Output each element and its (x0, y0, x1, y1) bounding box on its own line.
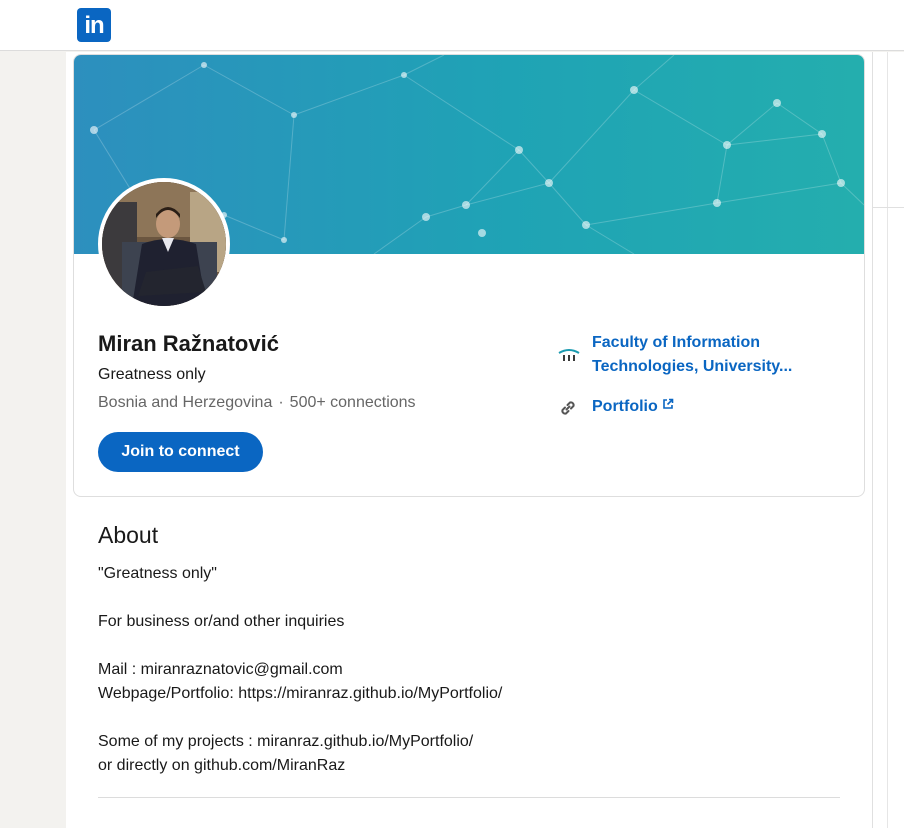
rail-divider-horizontal (873, 207, 904, 208)
profile-meta: Bosnia and Herzegovina · 500+ connections (98, 394, 416, 412)
linkedin-logo[interactable]: in (77, 8, 111, 42)
about-title: About (98, 522, 159, 548)
about-body: "Greatness only" For business or/and oth… (98, 565, 503, 774)
avatar-photo (102, 182, 226, 306)
meta-separator: · (278, 394, 284, 411)
school-logo-icon (558, 349, 580, 361)
education-link[interactable]: Faculty of Information Technologies, Uni… (558, 331, 838, 381)
about-section: About "Greatness only" For business or/a… (98, 518, 840, 778)
education-label: Faculty of Information Technologies, Uni… (592, 334, 793, 375)
portfolio-link[interactable]: Portfolio (558, 395, 838, 419)
profile-connections: 500+ connections (289, 394, 416, 411)
profile-location: Bosnia and Herzegovina (98, 394, 273, 411)
portfolio-label-wrap: Portfolio (592, 395, 674, 419)
join-to-connect-button[interactable]: Join to connect (98, 432, 263, 472)
avatar[interactable] (98, 178, 230, 310)
link-icon (561, 401, 575, 415)
profile-headline: Greatness only (98, 366, 206, 383)
profile-name: Miran Ražnatović (98, 331, 279, 356)
top-nav: in (0, 0, 904, 51)
portfolio-label: Portfolio (592, 398, 658, 415)
rail-divider (887, 52, 888, 828)
right-rail (872, 52, 904, 828)
external-link-icon (662, 398, 674, 409)
section-divider (98, 797, 840, 798)
profile-card: Miran Ražnatović Greatness only Bosnia a… (73, 54, 865, 497)
